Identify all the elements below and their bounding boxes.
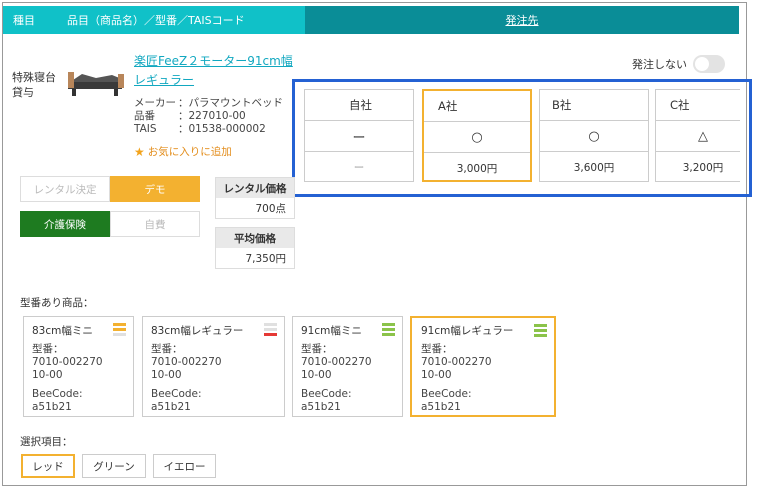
- model-number-label: 型番：: [421, 343, 453, 355]
- category-line-2: 貸与: [12, 86, 34, 99]
- category-line-1: 特殊寝台: [12, 71, 56, 84]
- beecode-label: BeeCode:: [301, 388, 352, 400]
- product-name-line-1: 楽匠FeeZ２モーター91cm幅: [134, 54, 293, 68]
- models-label: 型番あり商品：: [20, 297, 94, 309]
- beecode-value: a51b21: [151, 401, 191, 413]
- stock-bar: [264, 323, 277, 326]
- model-number-suffix: 10-00: [421, 369, 452, 381]
- product-category: 特殊寝台 貸与: [12, 70, 56, 100]
- rental-price-label: レンタル価格: [216, 178, 294, 198]
- options-label: 選択項目：: [20, 436, 73, 448]
- model-number-label: 型番：: [301, 343, 333, 355]
- beecode-label: BeeCode:: [32, 388, 83, 400]
- stock-bar: [382, 328, 395, 331]
- product-name-line-2: レギュラー: [134, 73, 195, 87]
- stock-indicator-icon: [382, 323, 395, 338]
- self-pay-option[interactable]: 自費: [110, 211, 200, 237]
- stock-indicator-icon: [534, 324, 547, 339]
- stock-bar: [534, 329, 547, 332]
- beecode-value: a51b21: [301, 401, 341, 413]
- info-tais: TAIS ：01538-000002: [134, 123, 266, 135]
- model-card[interactable]: 83cm幅レギュラー 型番： 7010-002270 10-00 BeeCode…: [142, 316, 285, 417]
- beecode-label: BeeCode:: [151, 388, 202, 400]
- no-order-label: 発注しない: [632, 58, 687, 71]
- stock-bar: [264, 328, 277, 331]
- no-order-control: 発注しない: [632, 55, 725, 73]
- option-yellow[interactable]: イエロー: [153, 454, 216, 478]
- favorite-button[interactable]: ★ お気に入りに追加: [134, 144, 232, 159]
- header-left: 種目 品目（商品名）／型番／TAISコード: [3, 6, 305, 34]
- stock-bar: [113, 323, 126, 326]
- average-price-box: 平均価格 7,350円: [215, 227, 295, 269]
- rental-decision-segment: レンタル決定 デモ: [20, 176, 200, 202]
- model-number: 7010-002270: [151, 356, 222, 368]
- favorite-label: お気に入りに追加: [147, 146, 232, 158]
- table-header: 種目 品目（商品名）／型番／TAISコード 発注先: [3, 6, 739, 34]
- model-number: 7010-002270: [32, 356, 103, 368]
- header-item: 品目（商品名）／型番／TAISコード: [67, 14, 245, 27]
- average-price-value: 7,350円: [245, 252, 286, 265]
- model-number-suffix: 10-00: [32, 369, 63, 381]
- model-number-suffix: 10-00: [151, 369, 182, 381]
- model-number-label: 型番：: [151, 343, 183, 355]
- product-name-link[interactable]: 楽匠FeeZ２モーター91cm幅 レギュラー: [134, 52, 293, 90]
- model-card[interactable]: 83cm幅ミニ 型番： 7010-002270 10-00 BeeCode: a…: [23, 316, 134, 417]
- header-order-link[interactable]: 発注先: [305, 6, 739, 34]
- stock-bar: [264, 333, 277, 336]
- stock-bar: [113, 328, 126, 331]
- product-image: [66, 58, 126, 102]
- beecode-value: a51b21: [421, 401, 461, 413]
- demo-option[interactable]: デモ: [110, 176, 200, 202]
- model-number-label: 型番：: [32, 343, 64, 355]
- star-icon: ★: [134, 144, 145, 159]
- rental-decided-option[interactable]: レンタル決定: [20, 176, 110, 202]
- stock-bar: [382, 333, 395, 336]
- info-part-number: 品番 ：227010-00: [134, 110, 246, 122]
- rental-price-box: レンタル価格 700点: [215, 177, 295, 219]
- model-card-selected[interactable]: 91cm幅レギュラー 型番： 7010-002270 10-00 BeeCode…: [410, 316, 556, 417]
- payment-segment: 介護保険 自費: [20, 211, 200, 237]
- stock-bar: [382, 323, 395, 326]
- highlight-box: [292, 79, 752, 197]
- option-green[interactable]: グリーン: [82, 454, 146, 478]
- option-red[interactable]: レッド: [21, 454, 75, 478]
- model-card[interactable]: 91cm幅ミニ 型番： 7010-002270 10-00 BeeCode: a…: [292, 316, 403, 417]
- stock-bar: [534, 334, 547, 337]
- stock-bar: [534, 324, 547, 327]
- average-price-label: 平均価格: [216, 228, 294, 248]
- model-number: 7010-002270: [421, 356, 492, 368]
- stock-indicator-icon: [264, 323, 277, 338]
- beecode-label: BeeCode:: [421, 388, 472, 400]
- stock-indicator-icon: [113, 323, 126, 338]
- model-number-suffix: 10-00: [301, 369, 332, 381]
- model-number: 7010-002270: [301, 356, 372, 368]
- product-info: メーカー ：パラマウントベッド 品番 ：227010-00 TAIS ：01538-0…: [134, 97, 283, 136]
- insurance-option[interactable]: 介護保険: [20, 211, 110, 237]
- no-order-toggle[interactable]: [693, 55, 725, 73]
- rental-price-value: 700点: [255, 202, 286, 215]
- info-maker: メーカー ：パラマウントベッド: [134, 97, 283, 109]
- stock-bar: [113, 333, 126, 336]
- beecode-value: a51b21: [32, 401, 72, 413]
- header-type: 種目: [13, 14, 35, 27]
